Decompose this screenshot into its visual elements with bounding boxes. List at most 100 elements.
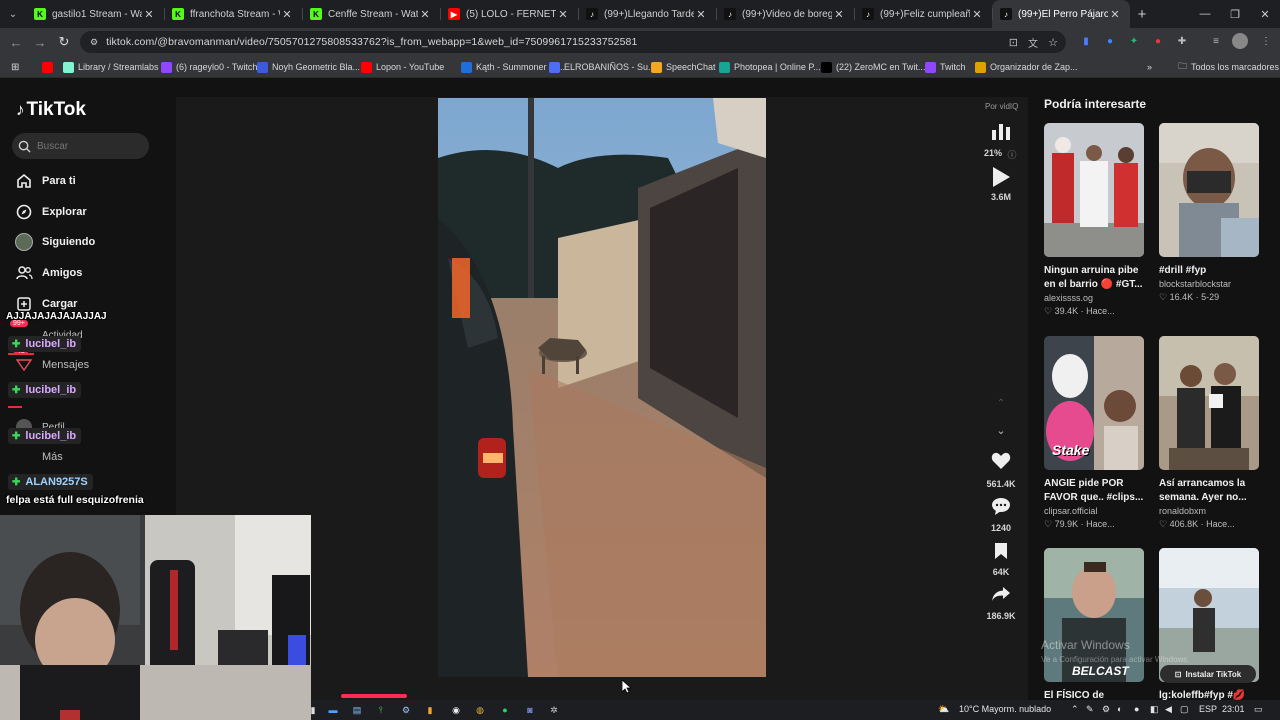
profile-avatar[interactable]: [1232, 33, 1248, 49]
bookmark-item[interactable]: ELROBANIÑOS - Su...: [549, 60, 656, 74]
nav-para-ti[interactable]: Para ti: [14, 172, 76, 190]
tab-close-icon[interactable]: ✕: [694, 8, 708, 21]
install-app-icon[interactable]: ⊡: [1009, 36, 1018, 49]
extension-icon-4[interactable]: ●: [1150, 33, 1166, 49]
recommended-card[interactable]: lg:koleffb#fyp #💋: [1159, 548, 1261, 717]
bookmark-item[interactable]: (6) rageylo0 - Twitch: [161, 60, 257, 74]
site-info-icon[interactable]: ⚙: [90, 37, 98, 48]
minimize-icon[interactable]: —: [1188, 0, 1222, 28]
maximize-icon[interactable]: ❐: [1218, 0, 1252, 28]
search-input[interactable]: [37, 140, 137, 152]
extension-icon-3[interactable]: ✦: [1126, 33, 1142, 49]
reload-icon[interactable]: ↻: [52, 30, 76, 54]
browser-tab[interactable]: ♪ (99+)Video de boregu ✕: [716, 0, 854, 28]
video-frame[interactable]: [438, 98, 766, 677]
taskbar-app-icon[interactable]: ▮: [423, 703, 437, 717]
taskbar-app-icon[interactable]: ▤: [350, 703, 364, 717]
extension-icon-2[interactable]: ●: [1102, 33, 1118, 49]
language-indicator[interactable]: ESP: [1199, 704, 1217, 714]
tab-close-icon[interactable]: ✕: [556, 8, 570, 21]
tray-expand-icon[interactable]: ⌃: [1071, 704, 1079, 715]
bookmark-item[interactable]: Library / Streamlabs: [63, 60, 159, 74]
new-tab-button[interactable]: +: [1130, 0, 1154, 28]
explorer-icon[interactable]: ▬: [326, 703, 340, 717]
bookmark-item[interactable]: Organizador de Zap...: [975, 60, 1078, 74]
media-control-icon[interactable]: ≡: [1208, 33, 1224, 49]
info-icon[interactable]: ⓘ: [992, 148, 1032, 161]
extension-icon-1[interactable]: ▮: [1078, 33, 1094, 49]
browser-tab[interactable]: ♪ (99+)El Perro Pájaros ✕: [992, 0, 1130, 28]
clock[interactable]: 23:01: [1222, 704, 1245, 714]
network-icon[interactable]: ◧: [1150, 704, 1159, 715]
like-icon[interactable]: [981, 452, 1021, 470]
bookmark-item[interactable]: (22) ZeroMC en Twit...: [821, 60, 925, 74]
bookmark-item[interactable]: [42, 60, 57, 74]
chrome-icon[interactable]: ◍: [473, 703, 487, 717]
nav-amigos[interactable]: Amigos: [14, 264, 82, 282]
browser-tab[interactable]: Kffranchota Stream - Watch✕: [164, 0, 302, 28]
steam-icon[interactable]: ⚙: [399, 703, 413, 717]
nav-siguiendo[interactable]: Siguiendo: [14, 233, 95, 251]
tiktok-logo[interactable]: ♪ TikTok: [16, 99, 86, 121]
recommended-card[interactable]: BELCAST El FÍSICO de: [1044, 548, 1146, 717]
scroll-up-icon[interactable]: ⌃: [981, 398, 1021, 409]
install-tiktok-button[interactable]: ⊡ Instalar TikTok: [1160, 665, 1256, 683]
tray-icon[interactable]: ◐: [1117, 704, 1122, 714]
recommended-card[interactable]: Stake ANGIE pide POR FAVOR que.. #clips.…: [1044, 336, 1146, 530]
settings-icon[interactable]: ✲: [547, 703, 561, 717]
tray-icon[interactable]: ✎: [1086, 704, 1094, 715]
browser-tab[interactable]: Kgastilo1 Stream - Watch Li✕: [26, 0, 164, 28]
forward-icon[interactable]: →: [28, 30, 52, 54]
close-window-icon[interactable]: ✕: [1248, 0, 1280, 28]
tab-close-icon[interactable]: ✕: [832, 8, 846, 21]
browser-menu-icon[interactable]: ⋮: [1258, 33, 1274, 49]
bookmark-item[interactable]: Lopon - YouTube: [361, 60, 444, 74]
taskbar-app-icon[interactable]: ⫯: [374, 703, 388, 717]
tab-search-icon[interactable]: ⌄: [0, 0, 26, 28]
bookmark-star-icon[interactable]: ☆: [1048, 36, 1058, 49]
comment-icon[interactable]: [981, 497, 1021, 515]
obs-icon[interactable]: ◉: [449, 703, 463, 717]
back-icon[interactable]: ←: [4, 30, 28, 54]
volume-icon[interactable]: ◀: [1165, 704, 1172, 715]
spotify-icon[interactable]: ●: [498, 703, 512, 717]
bookmark-item[interactable]: Twitch: [925, 60, 966, 74]
tab-close-icon[interactable]: ✕: [142, 8, 156, 21]
nav-mas[interactable]: Más: [14, 448, 63, 466]
browser-tab[interactable]: ♪ (99+)Llegando Tarde a la✕: [578, 0, 716, 28]
recommended-card[interactable]: Ningun arruina pibe en el barrio 🔴 #GT..…: [1044, 123, 1146, 317]
task-view-icon[interactable]: ▮: [306, 703, 320, 717]
nav-explorar[interactable]: Explorar: [14, 203, 87, 221]
browser-tab[interactable]: ▶ (5) LOLO - FERNET HIELO✕: [440, 0, 578, 28]
tab-close-icon[interactable]: ✕: [970, 8, 984, 21]
translate-icon[interactable]: 文: [1028, 35, 1038, 50]
recommended-card[interactable]: Así arrancamos la semana. Ayer no... ron…: [1159, 336, 1261, 530]
video-progress-bar[interactable]: [341, 694, 407, 698]
search-box[interactable]: [12, 133, 149, 159]
save-bookmark-icon[interactable]: [981, 542, 1021, 560]
nav-mensajes[interactable]: 43 Mensajes: [14, 348, 89, 374]
bookmark-item[interactable]: Photopea | Online P...: [719, 60, 821, 74]
bar-chart-icon[interactable]: [981, 122, 1021, 140]
extensions-puzzle-icon[interactable]: ✚: [1174, 33, 1190, 49]
tray-icon[interactable]: ▢: [1180, 704, 1189, 715]
bookmark-item[interactable]: Noyh Geometric Bla...: [257, 60, 360, 74]
browser-tab[interactable]: K Cenffe Stream - Watch Live✕: [302, 0, 440, 28]
recommended-card[interactable]: #drill #fyp blockstarblockstar ♡ 16.4K ·…: [1159, 123, 1261, 303]
bookmark-favicon-icon: [63, 61, 74, 73]
discord-icon[interactable]: ◙: [523, 703, 537, 717]
bookmark-item[interactable]: SpeechChat: [651, 60, 716, 74]
apps-grid-icon[interactable]: ⊞: [11, 60, 19, 74]
mic-icon[interactable]: ●: [1134, 704, 1139, 714]
all-bookmarks-link[interactable]: 🗀 Todos los marcadores: [1178, 60, 1279, 74]
tab-close-icon[interactable]: ✕: [418, 8, 432, 21]
share-icon[interactable]: [981, 586, 1021, 602]
bookmarks-overflow-icon[interactable]: »: [1147, 60, 1152, 74]
tab-close-icon[interactable]: ✕: [1108, 8, 1122, 21]
scroll-down-icon[interactable]: ⌄: [981, 424, 1021, 437]
tab-close-icon[interactable]: ✕: [280, 8, 294, 21]
notifications-icon[interactable]: ▭: [1254, 704, 1263, 715]
browser-tab[interactable]: ♪ (99+)Feliz cumpleaños S✕: [854, 0, 992, 28]
address-bar[interactable]: ⚙ tiktok.com/@bravomanman/video/75057012…: [80, 31, 1066, 53]
tray-icon[interactable]: ⚙: [1102, 704, 1110, 715]
